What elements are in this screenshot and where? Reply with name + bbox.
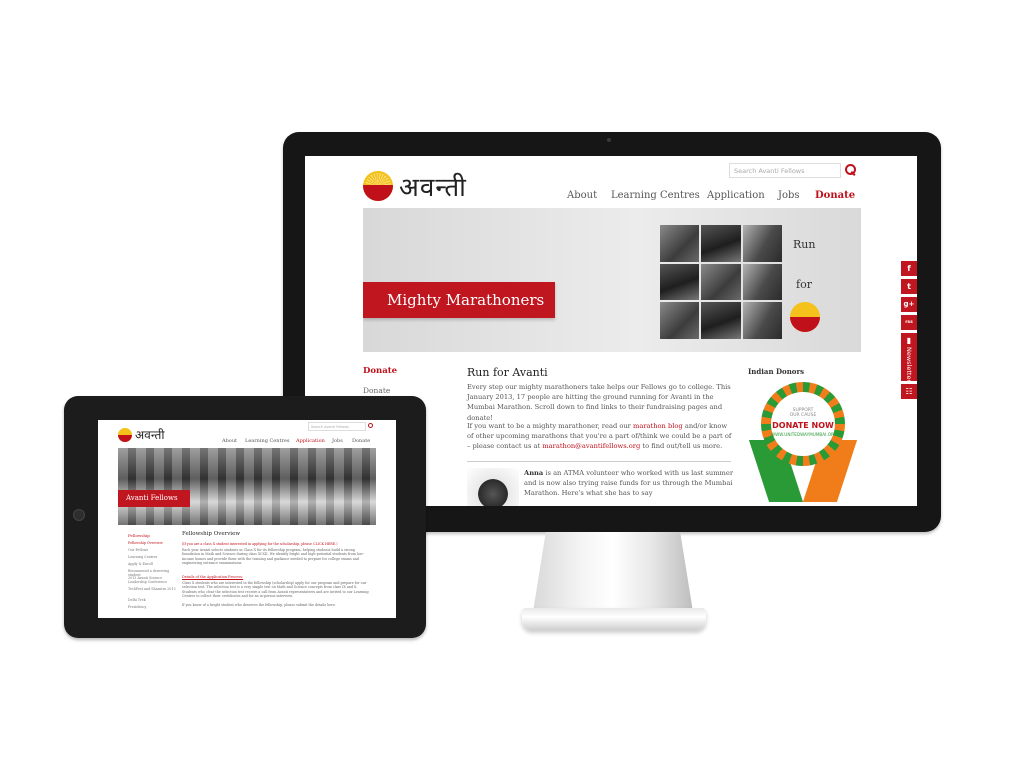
tablet-sidebar-item[interactable]: Fellowship Overview bbox=[128, 541, 178, 545]
nav-about[interactable]: About bbox=[567, 190, 597, 201]
banner-for-text: for bbox=[796, 278, 812, 291]
tablet-sun-logo-icon bbox=[118, 427, 132, 442]
sun-logo-icon bbox=[363, 171, 393, 201]
tablet-search-input[interactable]: Search Avanti Fellows bbox=[308, 422, 366, 431]
banner-run-text: Run bbox=[793, 238, 816, 251]
anna-text: is an ATMA volunteer who worked with us … bbox=[524, 469, 734, 498]
divider bbox=[467, 461, 731, 462]
newsletter-label: Newsletter bbox=[905, 347, 913, 383]
badge-center: SUPPORT OUR CAUSE DONATE NOW WWW.UNITEDW… bbox=[771, 392, 838, 456]
rss-icon[interactable]: rss bbox=[901, 315, 917, 330]
tablet-sidebar-item[interactable]: Apply & Enroll bbox=[128, 562, 178, 566]
contact-text-1: If you want to be a mighty marathoner, r… bbox=[467, 422, 634, 430]
tablet-sidebar-item[interactable]: Presidency bbox=[128, 605, 178, 609]
banner-tag: Mighty Marathoners bbox=[363, 282, 555, 318]
tablet-nav-learning-centres[interactable]: Learning Centres bbox=[245, 438, 289, 444]
marathoner-photo bbox=[701, 225, 741, 262]
marathon-blog-link[interactable]: marathon blog bbox=[633, 422, 683, 430]
banner-logo-icon bbox=[790, 302, 820, 332]
people-icon[interactable]: ☷ bbox=[901, 384, 917, 399]
anna-photo bbox=[467, 468, 519, 506]
search-icon[interactable] bbox=[845, 164, 856, 175]
tablet-hero-banner[interactable]: Avanti Fellows bbox=[118, 448, 376, 525]
badge-donate-text: DONATE NOW bbox=[772, 421, 834, 430]
anna-name: Anna bbox=[524, 469, 544, 477]
marathoner-photo bbox=[701, 263, 741, 301]
nav-learning-centres[interactable]: Learning Centres bbox=[611, 190, 700, 201]
intro-paragraph: Every step our mighty marathoners take h… bbox=[467, 383, 731, 422]
monitor-base bbox=[522, 608, 706, 630]
tablet-sidebar-item[interactable]: Delhi Trek bbox=[128, 598, 178, 602]
nav-jobs[interactable]: Jobs bbox=[778, 190, 800, 201]
anna-paragraph: Anna is an ATMA volunteer who worked wit… bbox=[524, 468, 734, 499]
tablet-page-title: Fellowship Overview bbox=[182, 531, 241, 537]
tablet-refer-paragraph: If you know of a bright student who dese… bbox=[182, 603, 336, 607]
page-title: Run for Avanti bbox=[467, 366, 548, 379]
tablet-home-button bbox=[73, 509, 85, 521]
tablet-process-paragraph: Class X students who are interested in t… bbox=[182, 581, 369, 598]
marathoner-photo bbox=[701, 302, 741, 339]
tablet-site-logo[interactable]: अवन्ती bbox=[118, 426, 164, 443]
camera-dot bbox=[607, 138, 611, 142]
marathoner-photo bbox=[660, 302, 700, 339]
google-plus-icon[interactable]: g+ bbox=[901, 297, 917, 312]
tablet-screen: अवन्ती Search Avanti Fellows About Learn… bbox=[98, 420, 396, 618]
contact-text-3: to find out/tell us more. bbox=[640, 442, 723, 451]
marathoner-photo bbox=[660, 225, 700, 262]
site-logo[interactable]: अवन्ती bbox=[363, 168, 467, 204]
search-input[interactable]: Search Avanti Fellows bbox=[729, 163, 841, 178]
tablet-process-subheading: Details of the Application Process: bbox=[182, 575, 244, 579]
tablet-search-icon[interactable] bbox=[368, 423, 373, 428]
tablet-apply-note[interactable]: (If you are a class X student interested… bbox=[182, 542, 338, 546]
marathoner-photo bbox=[742, 263, 782, 301]
marathoner-photo-grid bbox=[660, 225, 782, 339]
sidebar-heading: Donate bbox=[363, 366, 398, 376]
tablet-nav-application[interactable]: Application bbox=[296, 438, 325, 444]
donate-now-badge[interactable]: SUPPORT OUR CAUSE DONATE NOW WWW.UNITEDW… bbox=[748, 378, 858, 502]
email-link[interactable]: marathon@avantifellows.org bbox=[542, 442, 640, 450]
tablet-sidebar-item[interactable]: TechFest and Shaastra 2013 bbox=[128, 587, 178, 591]
tablet-sidebar-heading: Fellowship bbox=[128, 533, 150, 538]
facebook-icon[interactable]: f bbox=[901, 261, 917, 276]
hero-banner[interactable]: Mighty Marathoners Run for bbox=[363, 208, 861, 352]
tablet-sidebar-item[interactable]: Our Fellows bbox=[128, 548, 178, 552]
tablet-intro-paragraph: Each year Avanti selects students in Cla… bbox=[182, 548, 364, 565]
tablet-logo-text: अवन्ती bbox=[135, 428, 165, 442]
badge-url-text: WWW.UNITEDWAYMUMBAI.ORG bbox=[771, 432, 838, 437]
tablet-nav-donate[interactable]: Donate bbox=[352, 438, 370, 444]
tablet-nav-jobs[interactable]: Jobs bbox=[332, 438, 343, 444]
marathoner-photo bbox=[742, 225, 782, 262]
monitor-stand bbox=[533, 532, 693, 612]
nav-application[interactable]: Application bbox=[707, 190, 765, 201]
tablet-device: अवन्ती Search Avanti Fellows About Learn… bbox=[64, 396, 426, 638]
tablet-sidebar-item[interactable]: 2013 Avanti Science Leadership Conferenc… bbox=[128, 576, 178, 584]
indian-donors-heading: Indian Donors bbox=[748, 367, 805, 376]
marathoner-photo bbox=[660, 263, 700, 301]
newsletter-button[interactable]: ▮ Newsletter bbox=[901, 333, 917, 383]
marathoner-photo bbox=[742, 302, 782, 339]
badge-cause-text: OUR CAUSE bbox=[789, 413, 817, 418]
newsletter-icon: ▮ bbox=[906, 336, 912, 345]
contact-paragraph: If you want to be a mighty marathoner, r… bbox=[467, 421, 732, 452]
nav-donate[interactable]: Donate bbox=[815, 190, 855, 201]
sidebar-item-donate[interactable]: Donate bbox=[363, 386, 390, 395]
tablet-nav-about[interactable]: About bbox=[222, 438, 237, 444]
twitter-icon[interactable]: t bbox=[901, 279, 917, 294]
tablet-banner-tag: Avanti Fellows bbox=[118, 490, 190, 507]
social-sidebar: f t g+ rss ▮ Newsletter ☷ bbox=[901, 261, 917, 402]
tablet-sidebar-item[interactable]: Learning Centres bbox=[128, 555, 178, 559]
logo-text: अवन्ती bbox=[399, 173, 467, 203]
